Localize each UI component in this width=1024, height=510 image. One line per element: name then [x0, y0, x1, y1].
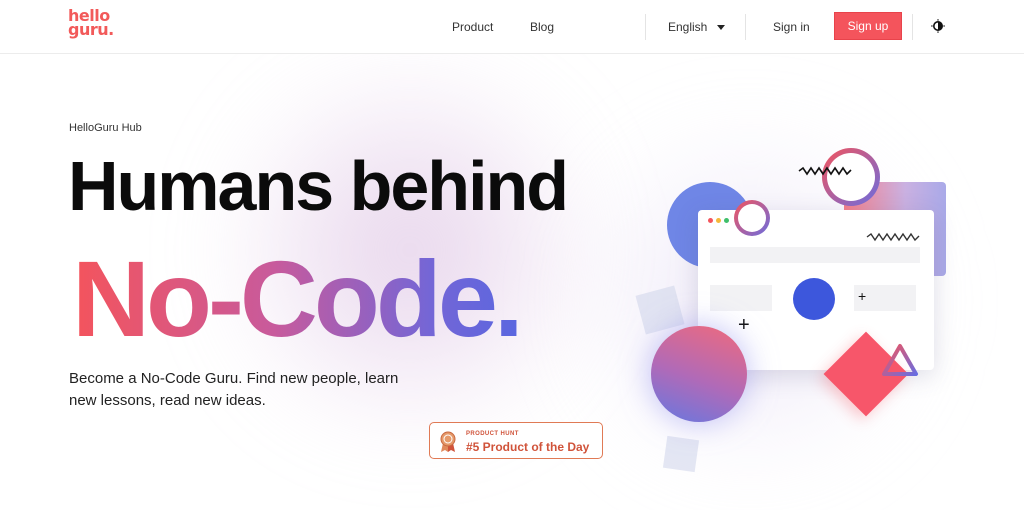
- header-divider: [912, 14, 913, 40]
- language-selector[interactable]: English: [668, 20, 726, 34]
- gradient-circle: [651, 326, 747, 422]
- sign-in-link[interactable]: Sign in: [773, 20, 810, 34]
- chevron-down-icon: [717, 24, 726, 30]
- window-dot-red: [708, 218, 713, 223]
- header-divider: [645, 14, 646, 40]
- window-dot-green: [724, 218, 729, 223]
- gradient-ring: [822, 148, 880, 206]
- medal-icon: [440, 431, 456, 452]
- badge-small-label: PRODUCT HUNT: [466, 431, 519, 437]
- hero-headline-line2: No-Code.: [72, 238, 524, 359]
- logo[interactable]: hello guru.: [68, 8, 114, 39]
- hero-eyebrow: HelloGuru Hub: [69, 122, 142, 134]
- logo-dot: .: [108, 20, 114, 39]
- nav-product[interactable]: Product: [452, 20, 493, 34]
- squiggle-icon: [798, 166, 852, 176]
- contrast-icon[interactable]: [931, 19, 945, 33]
- sign-up-button[interactable]: Sign up: [834, 12, 902, 40]
- hero-illustration: + +: [630, 140, 960, 490]
- ghost-square: [635, 285, 685, 335]
- squiggle-icon: [866, 232, 920, 242]
- language-label: English: [668, 20, 708, 34]
- ghost-square: [662, 435, 700, 473]
- window-block: [710, 285, 772, 311]
- logo-line2: guru.: [68, 20, 114, 39]
- hero-subcopy: Become a No-Code Guru. Find new people, …: [69, 370, 399, 409]
- hero-headline-line1: Humans behind: [68, 147, 569, 225]
- window-bar: [710, 247, 920, 263]
- site-header: hello guru. Product Blog English Sign in…: [0, 0, 1024, 54]
- header-divider: [745, 14, 746, 40]
- product-hunt-badge[interactable]: PRODUCT HUNT #5 Product of the Day: [429, 422, 603, 459]
- logo-line2-text: guru: [68, 20, 109, 39]
- triangle-outline-icon: [882, 344, 918, 376]
- window-dot-yellow: [716, 218, 721, 223]
- plus-icon: +: [738, 314, 750, 336]
- sign-up-label: Sign up: [847, 19, 889, 33]
- blue-dot: [793, 278, 835, 320]
- gradient-ring-small: [734, 200, 770, 236]
- badge-title: #5 Product of the Day: [466, 440, 590, 454]
- nav-blog[interactable]: Blog: [530, 20, 554, 34]
- plus-icon: +: [858, 288, 867, 304]
